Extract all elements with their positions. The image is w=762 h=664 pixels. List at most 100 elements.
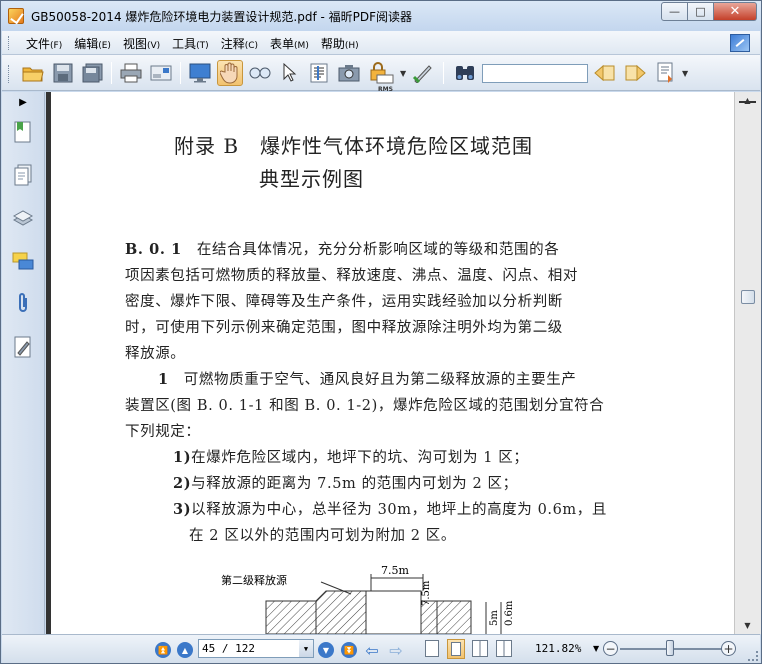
menubar-grip[interactable] xyxy=(8,36,11,50)
save-as-icon[interactable] xyxy=(80,60,106,86)
rms-dropdown-icon[interactable]: ▼ xyxy=(400,69,406,78)
document-viewport[interactable]: 附录 B 爆炸性气体环境危险区域范围 典型示例图 B. 0. 1 在结合具体情况… xyxy=(46,92,734,634)
next-page-icon[interactable]: ▼ xyxy=(318,642,334,658)
resize-grip[interactable] xyxy=(748,651,758,661)
foxit-app-icon[interactable] xyxy=(8,8,24,24)
main-toolbar: RMS ▼ ▼ xyxy=(2,55,760,93)
scroll-up-arrow-icon[interactable]: ▲ xyxy=(739,93,756,108)
fullscreen-monitor-icon[interactable] xyxy=(187,60,213,86)
menu-comment[interactable]: 注释(C) xyxy=(217,35,266,52)
navigation-panel: ▶ xyxy=(2,92,45,634)
go-forward-arrow-icon[interactable]: ⇨ xyxy=(388,641,404,660)
page-thumbnails-icon[interactable] xyxy=(11,162,35,188)
menu-tools-label: 工具 xyxy=(172,37,197,51)
facing-view-icon[interactable] xyxy=(472,640,488,657)
scroll-down-arrow-icon[interactable]: ▼ xyxy=(739,618,756,633)
scrollbar-thumb[interactable] xyxy=(741,290,755,304)
page-number-field[interactable]: 45 / 122 ▼ xyxy=(198,639,314,658)
figure-dim-right2: 0.6m xyxy=(504,600,515,626)
menu-bar: 文件(F) 编辑(E) 视图(V) 工具(T) 注释(C) 表单(M) 帮助(H… xyxy=(2,31,760,55)
continuous-view-icon[interactable] xyxy=(447,639,465,659)
first-page-icon[interactable]: ⏫ xyxy=(155,642,171,658)
item1-line1: 1 可燃物质重于空气、通风良好且为第二级释放源的主要生产 xyxy=(158,368,576,389)
window-title: GB50058-2014 爆炸危险环境电力装置设计规范.pdf - 福昕PDF阅… xyxy=(31,10,413,24)
item1-line2: 装置区(图 B. 0. 1-1 和图 B. 0. 1-2)，爆炸危险区域的范围划… xyxy=(125,398,605,414)
zoom-glass-icon[interactable] xyxy=(247,60,273,86)
toolbar-separator xyxy=(180,62,181,84)
subitem2: 2)与释放源的距离为 7.5m 的范围内可划为 2 区； xyxy=(173,472,518,493)
go-back-arrow-icon[interactable]: ⇦ xyxy=(364,641,380,660)
comments-icon[interactable] xyxy=(11,248,35,274)
sign-pen-icon[interactable] xyxy=(410,60,436,86)
clause-b01-line4: 时，可使用下列示例来确定范围，图中释放源除注明外均为第二级 xyxy=(125,320,563,336)
restore-layout-icon[interactable] xyxy=(730,34,750,52)
menu-help[interactable]: 帮助(H) xyxy=(317,35,367,52)
subitem1-text: 在爆炸危险区域内，地坪下的坑、沟可划为 1 区； xyxy=(191,450,529,466)
rms-lock-icon[interactable] xyxy=(368,60,394,86)
zoom-slider-knob[interactable] xyxy=(666,640,674,656)
find-binoculars-icon[interactable] xyxy=(452,60,478,86)
menu-comment-label: 注释 xyxy=(220,37,245,51)
toolbar-separator xyxy=(111,62,112,84)
menu-forms-accel: (M) xyxy=(294,41,309,51)
find-next-icon[interactable] xyxy=(622,60,648,86)
print-icon[interactable] xyxy=(118,60,144,86)
save-icon[interactable] xyxy=(50,60,76,86)
continuous-facing-view-icon[interactable] xyxy=(496,640,512,657)
vertical-scrollbar[interactable]: ▲ ▼ xyxy=(734,92,761,634)
find-options-icon[interactable] xyxy=(654,60,680,86)
menu-help-label: 帮助 xyxy=(320,37,345,51)
zoom-out-icon[interactable]: − xyxy=(603,641,618,656)
minimize-button[interactable]: — xyxy=(661,2,688,21)
bookmarks-icon[interactable] xyxy=(11,119,35,145)
toolbar-grip[interactable] xyxy=(8,65,11,83)
single-page-view-icon[interactable] xyxy=(425,640,439,657)
menu-file-accel: (F) xyxy=(50,41,63,51)
menu-forms[interactable]: 表单(M) xyxy=(266,35,317,52)
attachments-paperclip-icon[interactable] xyxy=(11,290,35,316)
layers-icon[interactable] xyxy=(11,205,35,231)
subitem3-line1: 3)以释放源为中心，总半径为 30m，地坪上的高度为 0.6m，且 xyxy=(173,498,607,519)
menu-file[interactable]: 文件(F) xyxy=(22,35,70,52)
menu-view[interactable]: 视图(V) xyxy=(119,35,168,52)
figure-dim-top: 7.5m xyxy=(381,564,409,577)
toolbar-separator xyxy=(443,62,444,84)
menu-tools-accel: (T) xyxy=(196,41,209,51)
previous-page-icon[interactable]: ▲ xyxy=(177,642,193,658)
select-arrow-icon[interactable] xyxy=(276,60,302,86)
maximize-button[interactable]: □ xyxy=(688,2,714,21)
menu-forms-label: 表单 xyxy=(270,37,295,51)
zoom-in-icon[interactable]: + xyxy=(721,641,736,656)
snapshot-camera-icon[interactable] xyxy=(336,60,362,86)
title-bar[interactable]: GB50058-2014 爆炸危险环境电力装置设计规范.pdf - 福昕PDF阅… xyxy=(1,1,761,31)
find-input[interactable] xyxy=(482,64,588,83)
signatures-icon[interactable] xyxy=(11,334,35,360)
subitem3-line2: 在 2 区以外的范围内可划为附加 2 区。 xyxy=(189,528,456,544)
appendix-title-line1: 附录 B 爆炸性气体环境危险区域范围 xyxy=(174,134,534,158)
select-text-icon[interactable] xyxy=(306,60,332,86)
email-icon[interactable] xyxy=(148,60,174,86)
menu-edit-label: 编辑 xyxy=(74,37,99,51)
open-folder-icon[interactable] xyxy=(20,60,46,86)
clause-b01-line5: 释放源。 xyxy=(125,346,186,362)
zoom-level[interactable]: 121.82% xyxy=(535,642,581,655)
panel-expand-arrow-icon[interactable]: ▶ xyxy=(10,93,36,111)
page-dropdown-icon[interactable]: ▼ xyxy=(299,640,313,657)
menu-edit[interactable]: 编辑(E) xyxy=(70,35,119,52)
hand-tool-icon[interactable] xyxy=(217,60,243,86)
find-previous-icon[interactable] xyxy=(592,60,618,86)
last-page-icon[interactable]: ⏬ xyxy=(341,642,357,658)
menu-tools[interactable]: 工具(T) xyxy=(168,35,217,52)
subitem1-number: 1) xyxy=(173,449,192,466)
figure-b01-1: 第二级释放源 7.5m 7.5m 5m 0.6m xyxy=(201,564,521,634)
item1-number: 1 xyxy=(158,371,169,388)
find-options-dropdown-icon[interactable]: ▼ xyxy=(682,69,688,78)
close-button[interactable]: ✕ xyxy=(714,2,757,21)
status-bar: ⏫ ▲ 45 / 122 ▼ ▼ ⏬ ⇦ ⇨ 121.82% ▼ − + xyxy=(2,634,760,663)
menu-items: 文件(F) 编辑(E) 视图(V) 工具(T) 注释(C) 表单(M) 帮助(H… xyxy=(22,35,367,52)
subitem3-number: 3) xyxy=(173,501,192,518)
menu-comment-accel: (C) xyxy=(244,41,259,51)
item1-line3: 下列规定： xyxy=(125,424,201,440)
clause-text: 在结合具体情况，充分分析影响区域的等级和范围的各 xyxy=(181,242,560,258)
zoom-dropdown-icon[interactable]: ▼ xyxy=(593,644,599,653)
